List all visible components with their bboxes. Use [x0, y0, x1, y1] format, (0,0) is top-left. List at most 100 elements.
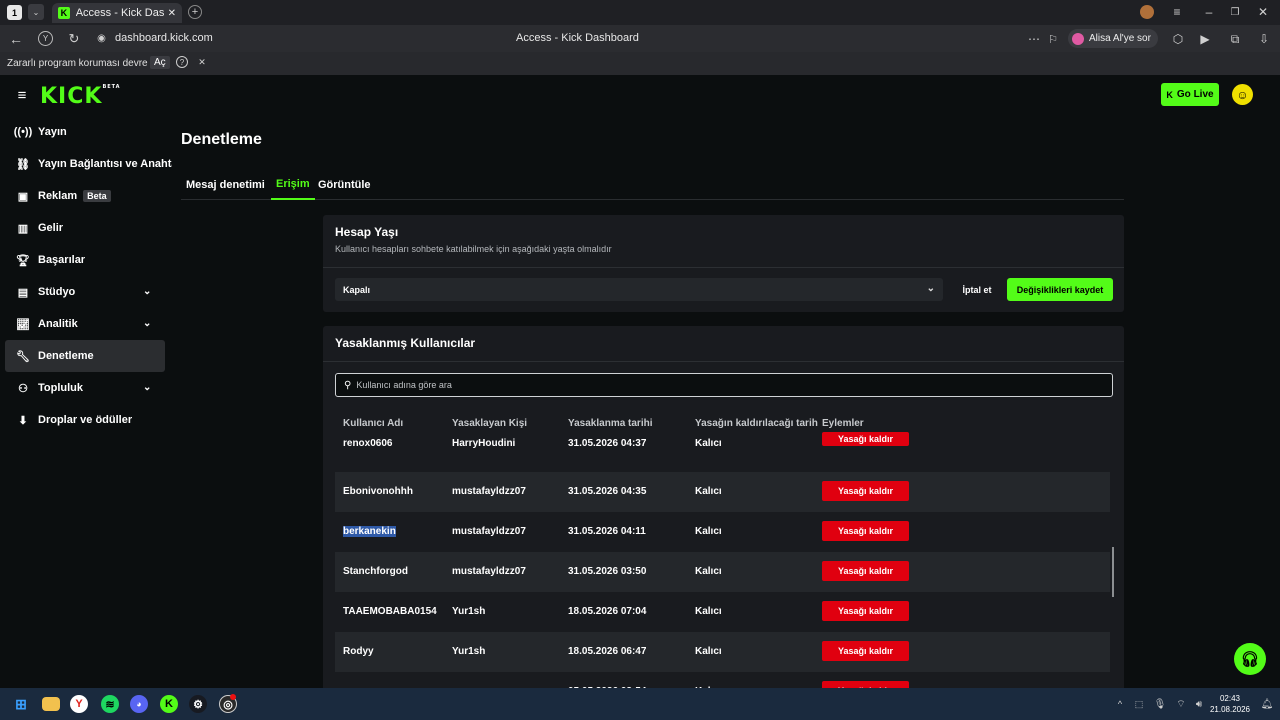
kick-logo[interactable]: KICKBETA: [40, 84, 121, 109]
community-icon: ⚇: [18, 382, 28, 395]
close-window-icon[interactable]: ✕: [1256, 4, 1270, 20]
cell-until: Kalıcı: [695, 566, 722, 577]
tray-app-icon[interactable]: ⬚: [1132, 697, 1146, 711]
new-tab-icon[interactable]: +: [188, 5, 202, 19]
unban-button[interactable]: Yasağı kaldır: [822, 432, 909, 446]
ask-alisa-label: Alisa Al'ye sor: [1089, 33, 1151, 44]
selected-username[interactable]: berkanekin: [343, 526, 396, 537]
moderation-tabs: Mesaj denetimi Erişim Görüntüle: [181, 170, 1124, 200]
cell-user[interactable]: Stanchforgod: [343, 566, 408, 577]
yandex-browser-icon[interactable]: Y: [70, 695, 88, 713]
sidebar-item-label: Stüdyo: [38, 286, 76, 298]
close-infobar-icon[interactable]: ✕: [197, 56, 207, 68]
tray-chevron-icon[interactable]: ^: [1114, 697, 1126, 711]
yandex-icon[interactable]: Y: [38, 31, 53, 46]
cell-until: Kalıcı: [695, 486, 722, 497]
windows-start-icon[interactable]: ⊞: [12, 695, 30, 713]
url-field[interactable]: dashboard.kick.com: [115, 32, 213, 44]
steam-icon[interactable]: ⚙: [189, 695, 207, 713]
sidebar-item-denetleme[interactable]: 🔧︎ Denetleme: [5, 340, 165, 372]
trophy-icon: 🏆︎: [16, 254, 30, 267]
cell-user[interactable]: Ebonivonohhh: [343, 486, 413, 497]
unban-button[interactable]: Yasağı kaldır: [822, 521, 909, 541]
page-scrollbar[interactable]: [1268, 115, 1280, 688]
search-input[interactable]: ⚲ Kullanıcı adına göre ara: [335, 373, 1113, 397]
sidebar-item-studyo[interactable]: ▤ Stüdyo ⌄: [0, 276, 172, 308]
sidebar-item-label: Topluluk: [38, 382, 84, 394]
spotify-icon[interactable]: ≋: [101, 695, 119, 713]
cell-user[interactable]: TAAEMOBABA0154: [343, 606, 437, 617]
extensions-icon[interactable]: ⬡: [1171, 31, 1185, 47]
support-chat-icon[interactable]: 🎧︎: [1234, 643, 1266, 675]
collections-icon[interactable]: ⧉: [1228, 31, 1242, 47]
sidebar-item-label: Yayın Bağlantısı ve Anahtar: [37, 158, 172, 170]
microphone-icon[interactable]: 🎙︎: [1154, 697, 1167, 711]
security-info-bar: Zararlı program koruması devre dışı Aç ?…: [0, 52, 1280, 75]
sidebar-item-label: Yayın: [38, 126, 67, 138]
sidebar-item-topluluk[interactable]: ⚇ Topluluk ⌄: [0, 372, 172, 404]
sidebar-item-gelir[interactable]: ▥ Gelir: [0, 212, 172, 244]
tab-view[interactable]: Görüntüle: [313, 170, 376, 199]
notification-dot: [230, 694, 236, 700]
account-age-card: Hesap Yaşı Kullanıcı hesapları sohbete k…: [323, 215, 1124, 312]
kick-app-icon[interactable]: K: [160, 695, 178, 713]
tab-message-moderation[interactable]: Mesaj denetimi: [181, 170, 270, 199]
sidebar-item-basarilar[interactable]: 🏆︎ Başarılar: [0, 244, 172, 276]
kick-icon: K: [1166, 89, 1173, 100]
cancel-button[interactable]: İptal et: [957, 278, 997, 301]
site-info-icon[interactable]: ◉: [95, 32, 108, 45]
cell-user[interactable]: Rodyy: [343, 646, 374, 657]
minimize-icon[interactable]: –: [1202, 4, 1216, 20]
bookmark-icon[interactable]: ⚐: [1046, 31, 1060, 47]
unban-button[interactable]: Yasağı kaldır: [822, 601, 909, 621]
account-age-select[interactable]: Kapalı ⌄: [335, 278, 943, 301]
unban-button[interactable]: Yasağı kaldır: [822, 681, 909, 688]
tab-title: Access - Kick Dashboard: [75, 7, 164, 19]
unban-button[interactable]: Yasağı kaldır: [822, 641, 909, 661]
cell-user[interactable]: berkanekin: [343, 526, 396, 537]
sidebar: ((•)) Yayın ⛓ Yayın Bağlantısı ve Anahtar …: [0, 116, 172, 436]
sidebar-item-droplar[interactable]: ⬇ Droplar ve ödüller: [0, 404, 172, 436]
help-icon[interactable]: ?: [176, 56, 188, 68]
menu-icon[interactable]: ≡: [1170, 4, 1184, 20]
tab-access[interactable]: Erişim: [271, 170, 315, 200]
table-row: Ebonivonohhh mustafayldzz07 31.05.2026 04:…: [335, 472, 1110, 512]
browser-tab[interactable]: K Access - Kick Dashboard ✕: [52, 3, 182, 23]
unban-button[interactable]: Yasağı kaldır: [822, 561, 909, 581]
system-clock[interactable]: 02:43 21.08.2026: [1205, 693, 1255, 715]
restore-icon[interactable]: ❐: [1228, 4, 1242, 20]
sidebar-item-stream-key[interactable]: ⛓ Yayın Bağlantısı ve Anahtar: [0, 148, 172, 180]
enable-protection-button[interactable]: Aç: [150, 56, 170, 69]
save-changes-button[interactable]: Değişiklikleri kaydet: [1007, 278, 1113, 301]
unban-button[interactable]: Yasağı kaldır: [822, 481, 909, 501]
sidebar-item-reklam[interactable]: ▣ Reklam Beta: [0, 180, 172, 212]
cell-user[interactable]: renox0606: [343, 438, 392, 449]
ask-alisa-button[interactable]: Alisa Al'ye sor: [1068, 29, 1158, 48]
reload-icon[interactable]: ↻: [66, 31, 82, 47]
cell-by: Yur1sh: [452, 606, 486, 617]
sidebar-item-label: Denetleme: [38, 350, 94, 362]
sidebar-item-analitik[interactable]: 📈︎ Analitik ⌄: [0, 308, 172, 340]
analytics-icon: 📈︎: [16, 318, 30, 331]
back-icon[interactable]: ←: [8, 31, 24, 47]
table-scrollbar[interactable]: [1112, 547, 1114, 597]
discord-icon[interactable]: ◕: [130, 695, 148, 713]
cell-date: 18.05.2026 07:04: [568, 606, 647, 617]
notifications-icon[interactable]: 🔔︎: [1260, 697, 1274, 711]
cell-by: Yur1sh: [452, 646, 486, 657]
file-explorer-icon[interactable]: [42, 697, 60, 711]
tab-list-chevron-icon[interactable]: ⌄: [28, 4, 44, 20]
wifi-icon[interactable]: ⌔: [1174, 697, 1188, 711]
sidebar-item-yayin[interactable]: ((•)) Yayın: [0, 116, 172, 148]
user-avatar[interactable]: ☺: [1232, 84, 1253, 105]
more-icon[interactable]: ⋯: [1027, 31, 1041, 47]
hamburger-menu-icon[interactable]: ≡: [14, 87, 30, 104]
tab-count-badge[interactable]: 1: [7, 5, 22, 20]
go-live-button[interactable]: K Go Live: [1161, 83, 1219, 106]
media-icon[interactable]: ▶: [1198, 31, 1212, 47]
cell-by: HarryHoudini: [452, 438, 516, 449]
close-tab-icon[interactable]: ✕: [168, 8, 176, 19]
profile-avatar[interactable]: [1140, 5, 1154, 19]
volume-icon[interactable]: 🔊︎: [1193, 697, 1205, 711]
downloads-icon[interactable]: ⇩: [1257, 31, 1271, 47]
